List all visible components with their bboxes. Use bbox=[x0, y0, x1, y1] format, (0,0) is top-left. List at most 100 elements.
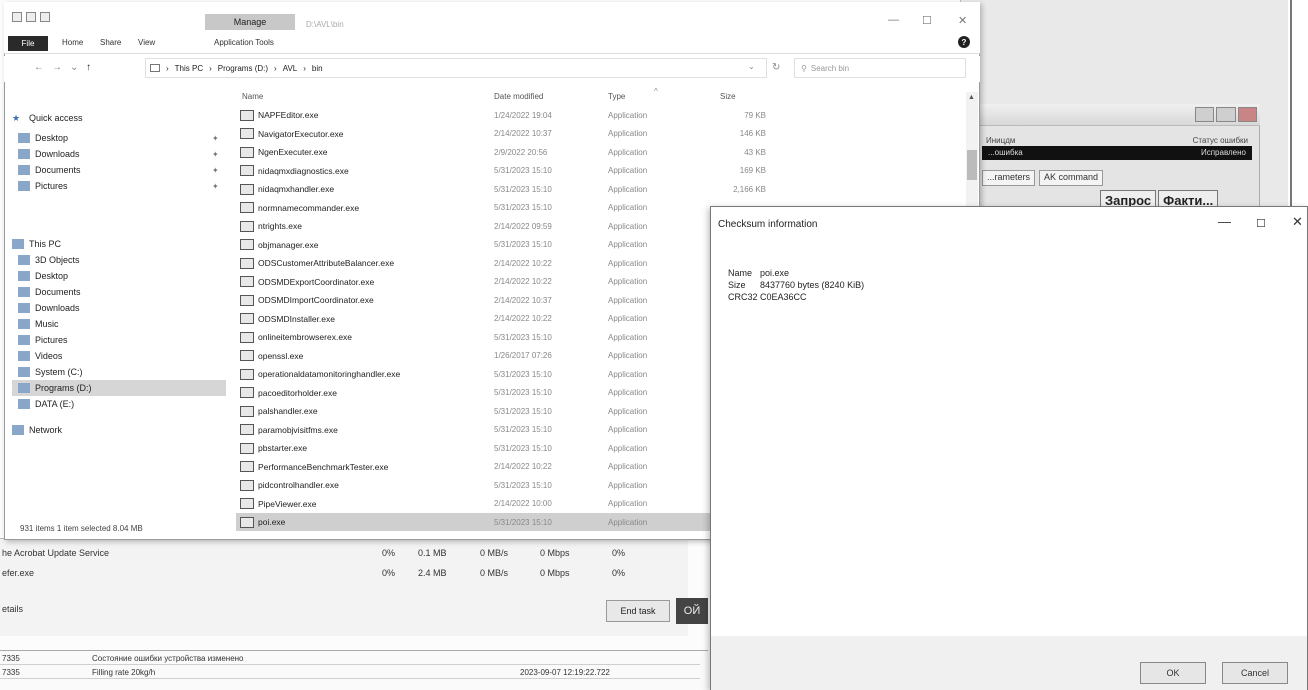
nav-item[interactable]: Desktop ✦ bbox=[12, 130, 226, 146]
nav-item-label: Programs (D:) bbox=[35, 383, 92, 393]
file-date: 5/31/2023 15:10 bbox=[494, 240, 552, 249]
manage-context-tab[interactable]: Manage bbox=[205, 14, 295, 30]
up-arrow-icon[interactable]: ↑ bbox=[86, 62, 91, 73]
file-type: Application bbox=[608, 332, 648, 342]
breadcrumb-item[interactable]: bin bbox=[312, 64, 323, 73]
nav-item[interactable]: Pictures ✦ bbox=[12, 178, 226, 194]
nav-item-label: Music bbox=[35, 319, 59, 329]
file-type: Application bbox=[608, 221, 648, 231]
file-type: Application bbox=[608, 480, 648, 490]
scroll-up-icon[interactable]: ▲ bbox=[968, 94, 975, 101]
nav-item[interactable]: System (C:) bbox=[12, 364, 226, 380]
drive-icon bbox=[18, 367, 30, 377]
ok-button[interactable]: OK bbox=[1140, 662, 1206, 684]
file-name: ODSMDExportCoordinator.exe bbox=[258, 276, 375, 287]
file-date: 5/31/2023 15:10 bbox=[494, 369, 552, 379]
cube-icon bbox=[18, 255, 30, 265]
nav-item[interactable]: Documents bbox=[12, 284, 226, 300]
tab-parameters[interactable]: ...rameters bbox=[982, 170, 1036, 186]
nav-item-label: DATA (E:) bbox=[35, 399, 75, 409]
nav-item-label: Pictures bbox=[35, 335, 68, 345]
nav-item[interactable]: Music bbox=[12, 316, 226, 332]
nav-item[interactable]: This PC bbox=[12, 236, 226, 252]
nav-item[interactable]: Programs (D:) bbox=[12, 380, 226, 396]
column-size-header[interactable]: Size bbox=[720, 92, 736, 101]
close-icon[interactable]: ✕ bbox=[1292, 214, 1303, 230]
nav-item[interactable]: ★ Quick access bbox=[12, 110, 226, 126]
log-row[interactable]: 7335 Состояние ошибки устройства изменен… bbox=[0, 653, 700, 665]
process-name: efer.exe bbox=[2, 568, 35, 578]
nav-item[interactable]: 3D Objects bbox=[12, 252, 226, 268]
task-manager: he Acrobat Update Service 0% 0.1 MB 0 MB… bbox=[0, 538, 688, 636]
nav-item[interactable]: DATA (E:) bbox=[12, 396, 226, 412]
file-name: nidaqmxhandler.exe bbox=[258, 184, 335, 194]
folder-icon[interactable] bbox=[40, 12, 50, 22]
tab-file[interactable]: File bbox=[8, 36, 48, 51]
maximize-icon[interactable] bbox=[1216, 107, 1236, 122]
tab-ak-command[interactable]: AK command bbox=[1039, 170, 1104, 186]
pin-icon[interactable]: ✦ bbox=[212, 166, 219, 175]
new-folder-icon[interactable] bbox=[26, 12, 36, 22]
maximize-icon[interactable]: ☐ bbox=[922, 14, 932, 27]
process-row[interactable]: he Acrobat Update Service 0% 0.1 MB 0 MB… bbox=[0, 545, 660, 561]
exe-file-icon bbox=[240, 109, 254, 121]
back-arrow-icon[interactable]: ← bbox=[34, 62, 44, 73]
address-bar[interactable]: › This PC › Programs (D:) › AVL › bin bbox=[145, 58, 767, 78]
minimize-icon[interactable]: — bbox=[888, 14, 899, 26]
column-name-header[interactable]: Name bbox=[242, 92, 263, 101]
file-row[interactable]: nidaqmxhandler.exe 5/31/2023 15:10 Applica… bbox=[236, 180, 966, 198]
nav-item[interactable]: Network bbox=[12, 422, 226, 438]
forward-arrow-icon[interactable]: → bbox=[52, 62, 62, 73]
crc-label: CRC32 bbox=[728, 292, 758, 302]
minimize-icon[interactable] bbox=[1195, 107, 1215, 122]
device-table-row[interactable]: ...ошибка Исправлено bbox=[982, 146, 1252, 160]
file-name: normnamecommander.exe bbox=[258, 202, 360, 213]
file-name: ODSMDInstaller.exe bbox=[258, 313, 335, 324]
log-row[interactable]: 7335 Filling rate 20kg/h 2023-09-07 12:1… bbox=[0, 667, 700, 679]
nav-item[interactable]: Downloads ✦ bbox=[12, 146, 226, 162]
nav-item[interactable]: Videos bbox=[12, 348, 226, 364]
tab-view[interactable]: View bbox=[138, 38, 155, 47]
tab-home[interactable]: Home bbox=[62, 38, 83, 47]
refresh-icon[interactable]: ↻ bbox=[772, 62, 780, 73]
nav-item[interactable]: Pictures bbox=[12, 332, 226, 348]
cancel-button[interactable]: Cancel bbox=[1222, 662, 1288, 684]
file-type: Application bbox=[608, 388, 648, 397]
scrollbar-thumb[interactable] bbox=[967, 150, 977, 180]
pin-icon[interactable]: ✦ bbox=[212, 150, 219, 159]
details-link[interactable]: etails bbox=[2, 604, 23, 614]
maximize-icon[interactable]: ☐ bbox=[1256, 217, 1266, 230]
nav-item[interactable]: Documents ✦ bbox=[12, 162, 226, 178]
process-row[interactable]: efer.exe 0% 2.4 MB 0 MB/s 0 Mbps 0% bbox=[0, 565, 660, 581]
file-row[interactable]: nidaqmxdiagnostics.exe 5/31/2023 15:10 App… bbox=[236, 162, 966, 180]
chevron-down-icon[interactable]: ⌄ bbox=[748, 62, 755, 71]
tab-share[interactable]: Share bbox=[100, 38, 121, 47]
close-icon[interactable] bbox=[1237, 107, 1257, 122]
breadcrumb-item[interactable]: Programs (D:) bbox=[218, 64, 268, 73]
search-input[interactable]: ⚲ Search bin bbox=[794, 58, 966, 78]
file-row[interactable]: NavigatorExecutor.exe 2/14/2022 10:37 Appl… bbox=[236, 125, 966, 143]
nav-item-label: Desktop bbox=[35, 271, 69, 281]
exe-file-icon bbox=[240, 442, 254, 454]
breadcrumb-item[interactable]: This PC bbox=[175, 64, 203, 73]
tab-application-tools[interactable]: Application Tools bbox=[214, 38, 274, 47]
help-icon[interactable]: ? bbox=[958, 36, 970, 48]
column-type-header[interactable]: Type bbox=[608, 92, 625, 101]
file-date: 2/14/2022 10:22 bbox=[494, 314, 552, 323]
nav-item[interactable]: Downloads bbox=[12, 300, 226, 316]
pin-icon[interactable]: ✦ bbox=[212, 182, 219, 191]
exe-file-icon bbox=[240, 183, 254, 195]
minimize-icon[interactable]: — bbox=[1218, 214, 1231, 229]
breadcrumb-item[interactable]: AVL bbox=[283, 64, 298, 73]
file-row[interactable]: NgenExecuter.exe 2/9/2022 20:56 Applicatio… bbox=[236, 143, 966, 161]
file-name: NavigatorExecutor.exe bbox=[258, 128, 344, 139]
recent-locations-icon[interactable]: ⌄ bbox=[70, 62, 78, 73]
close-icon[interactable]: ✕ bbox=[958, 14, 967, 27]
file-type: Application bbox=[608, 443, 648, 453]
nav-item[interactable]: Desktop bbox=[12, 268, 226, 284]
pin-icon[interactable]: ✦ bbox=[212, 134, 219, 143]
properties-icon[interactable] bbox=[12, 12, 22, 22]
file-row[interactable]: NAPFEditor.exe 1/24/2022 19:04 Application… bbox=[236, 106, 966, 124]
end-task-button[interactable]: End task bbox=[606, 600, 670, 622]
column-date-header[interactable]: Date modified bbox=[494, 92, 543, 101]
